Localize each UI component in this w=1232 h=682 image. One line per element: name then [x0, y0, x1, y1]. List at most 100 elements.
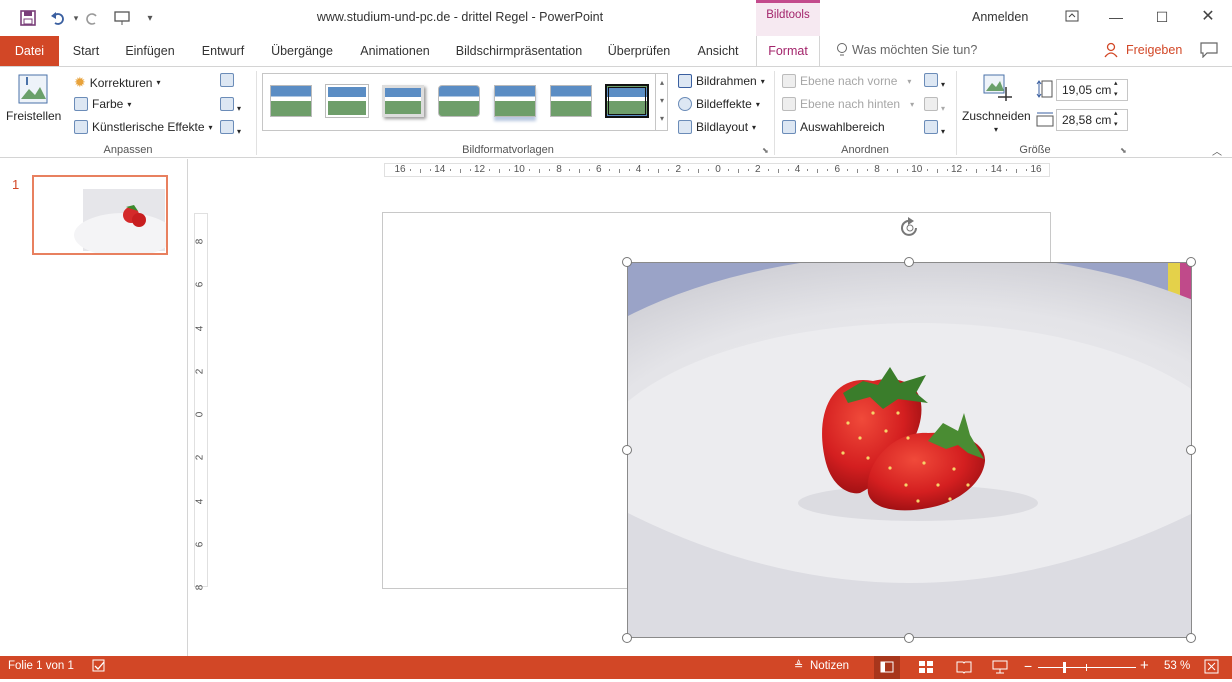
- width-spinner[interactable]: ▴ ▾: [1114, 108, 1118, 130]
- collapse-ribbon-icon[interactable]: ︿: [1212, 143, 1222, 158]
- vertical-ruler: 8 6 4 2 0 2 4 6 8: [194, 213, 208, 590]
- gallery-scroll[interactable]: ▴ ▾ ▾: [655, 74, 668, 130]
- freistellen-button[interactable]: Freistellen: [6, 109, 61, 123]
- bildeffekte-button[interactable]: Bildeffekte ▾: [678, 97, 760, 111]
- zoom-level[interactable]: 53 %: [1164, 660, 1190, 672]
- ruler-tick-label: 16: [1030, 164, 1042, 175]
- tab-ueberpruefen[interactable]: Überprüfen: [600, 36, 678, 66]
- farbe-button[interactable]: Farbe ▾: [74, 97, 131, 111]
- ribbon-tabs: Datei Start Einfügen Entwurf Übergänge A…: [0, 36, 1232, 66]
- sun-icon: ✹: [74, 74, 86, 90]
- zuschneiden-label: Zuschneiden: [962, 109, 1031, 123]
- picture-border-icon: [678, 74, 692, 88]
- ruler-tick-label: 6: [834, 164, 841, 175]
- comments-icon[interactable]: [1200, 42, 1218, 61]
- selection-pane-button[interactable]: Auswahlbereich: [782, 120, 885, 134]
- tab-bildschirmpraesentation[interactable]: Bildschirmpräsentation: [450, 36, 588, 66]
- korrekturen-label: Korrekturen: [89, 75, 153, 90]
- artistic-effects-button[interactable]: Künstlerische Effekte ▾: [74, 120, 213, 134]
- height-spinner[interactable]: ▴ ▾: [1114, 78, 1118, 100]
- tab-format[interactable]: Format: [756, 36, 820, 66]
- bring-forward-button[interactable]: Ebene nach vorne ▾: [782, 74, 911, 88]
- bring-forward-icon: [782, 74, 796, 88]
- ruler-minor-tick: [807, 169, 809, 171]
- resize-handle-br[interactable]: [1186, 633, 1196, 643]
- signin-link[interactable]: Anmelden: [972, 10, 1028, 24]
- tell-me-input[interactable]: Was möchten Sie tun?: [852, 43, 977, 57]
- slideshow-view-icon[interactable]: [992, 660, 1008, 677]
- ruler-minor-tick: [608, 169, 610, 171]
- korrekturen-button[interactable]: ✹ Korrekturen ▾: [74, 74, 160, 91]
- ruler-minor-tick: [896, 169, 898, 173]
- fit-to-window-icon[interactable]: [1204, 659, 1220, 678]
- zoom-slider[interactable]: [1038, 667, 1136, 668]
- zoom-slider-thumb[interactable]: [1063, 662, 1066, 673]
- maximize-icon[interactable]: ☐: [1150, 6, 1174, 28]
- ruler-tick-label: 10: [513, 164, 525, 175]
- slide-sorter-icon[interactable]: [918, 660, 934, 677]
- contextual-tab-group: Bildtools: [756, 0, 820, 36]
- ruler-minor-tick: [966, 169, 968, 171]
- tab-entwurf[interactable]: Entwurf: [194, 36, 252, 66]
- share-button[interactable]: Freigeben: [1126, 43, 1182, 57]
- share-icon: [1104, 42, 1120, 61]
- picture-style-thumb[interactable]: [438, 85, 480, 117]
- ruler-minor-tick: [539, 169, 541, 173]
- ruler-minor-tick: [926, 169, 928, 171]
- compress-pictures-icon[interactable]: [220, 73, 234, 90]
- picture-style-thumb[interactable]: [270, 85, 312, 117]
- picture-style-thumb[interactable]: [326, 85, 368, 117]
- tab-uebergaenge[interactable]: Übergänge: [264, 36, 340, 66]
- dialog-launcher-icon[interactable]: ⬊: [762, 146, 769, 155]
- resize-handle-bl[interactable]: [622, 633, 632, 643]
- send-backward-button[interactable]: Ebene nach hinten ▾: [782, 97, 914, 111]
- minimize-icon[interactable]: —: [1104, 6, 1128, 28]
- resize-handle-tl[interactable]: [622, 257, 632, 267]
- rotate-icon[interactable]: ▾: [924, 120, 945, 137]
- picture-style-thumb[interactable]: [382, 85, 424, 117]
- zoom-in-icon[interactable]: +: [1140, 657, 1149, 674]
- bildrahmen-button[interactable]: Bildrahmen ▾: [678, 74, 765, 88]
- picture-style-thumb[interactable]: [494, 85, 536, 117]
- ruler-tick-label: 16: [394, 164, 406, 175]
- notes-button[interactable]: Notizen: [810, 660, 849, 672]
- zuschneiden-button[interactable]: Zuschneiden: [962, 109, 1031, 123]
- picture-style-thumb[interactable]: [550, 85, 592, 117]
- resize-handle-tr[interactable]: [1186, 257, 1196, 267]
- close-icon[interactable]: ✕: [1196, 6, 1220, 28]
- reset-picture-icon[interactable]: ▾: [220, 120, 241, 137]
- group-divider: [256, 71, 257, 155]
- tab-ansicht[interactable]: Ansicht: [690, 36, 746, 66]
- zoom-out-icon[interactable]: −: [1024, 658, 1032, 674]
- reading-view-icon[interactable]: [956, 660, 972, 677]
- ribbon-display-icon[interactable]: [1060, 6, 1084, 28]
- slide-thumbnail[interactable]: [32, 175, 168, 255]
- farbe-label: Farbe: [92, 97, 124, 111]
- bildlayout-button[interactable]: Bildlayout ▾: [678, 120, 756, 134]
- align-icon[interactable]: ▾: [924, 73, 945, 90]
- tab-einfuegen[interactable]: Einfügen: [118, 36, 182, 66]
- spellcheck-icon[interactable]: [92, 659, 106, 676]
- tab-datei[interactable]: Datei: [0, 36, 59, 66]
- normal-view-button[interactable]: [874, 656, 900, 679]
- ruler-tick-label: 12: [473, 164, 486, 175]
- group-objects-icon[interactable]: ▾: [924, 97, 945, 114]
- picture-style-thumb[interactable]: [605, 84, 649, 118]
- ruler-minor-tick: [658, 169, 660, 173]
- tab-animationen[interactable]: Animationen: [352, 36, 438, 66]
- size-dialog-launcher-icon[interactable]: ⬊: [1120, 146, 1127, 155]
- change-picture-icon[interactable]: ▾: [220, 97, 241, 114]
- ruler-minor-tick: [648, 169, 650, 171]
- resize-handle-top[interactable]: [904, 257, 914, 267]
- ruler-minor-tick: [429, 169, 431, 171]
- ruler-minor-tick: [449, 169, 451, 171]
- resize-handle-bottom[interactable]: [904, 633, 914, 643]
- tab-start[interactable]: Start: [66, 36, 106, 66]
- resize-handle-left[interactable]: [622, 445, 632, 455]
- crop-dropdown-icon[interactable]: ▾: [994, 125, 998, 134]
- height-icon: [1036, 80, 1054, 101]
- ruler-minor-tick: [1026, 169, 1028, 171]
- rotate-handle-icon[interactable]: [898, 216, 922, 243]
- resize-handle-right[interactable]: [1186, 445, 1196, 455]
- selected-picture[interactable]: [627, 262, 1192, 638]
